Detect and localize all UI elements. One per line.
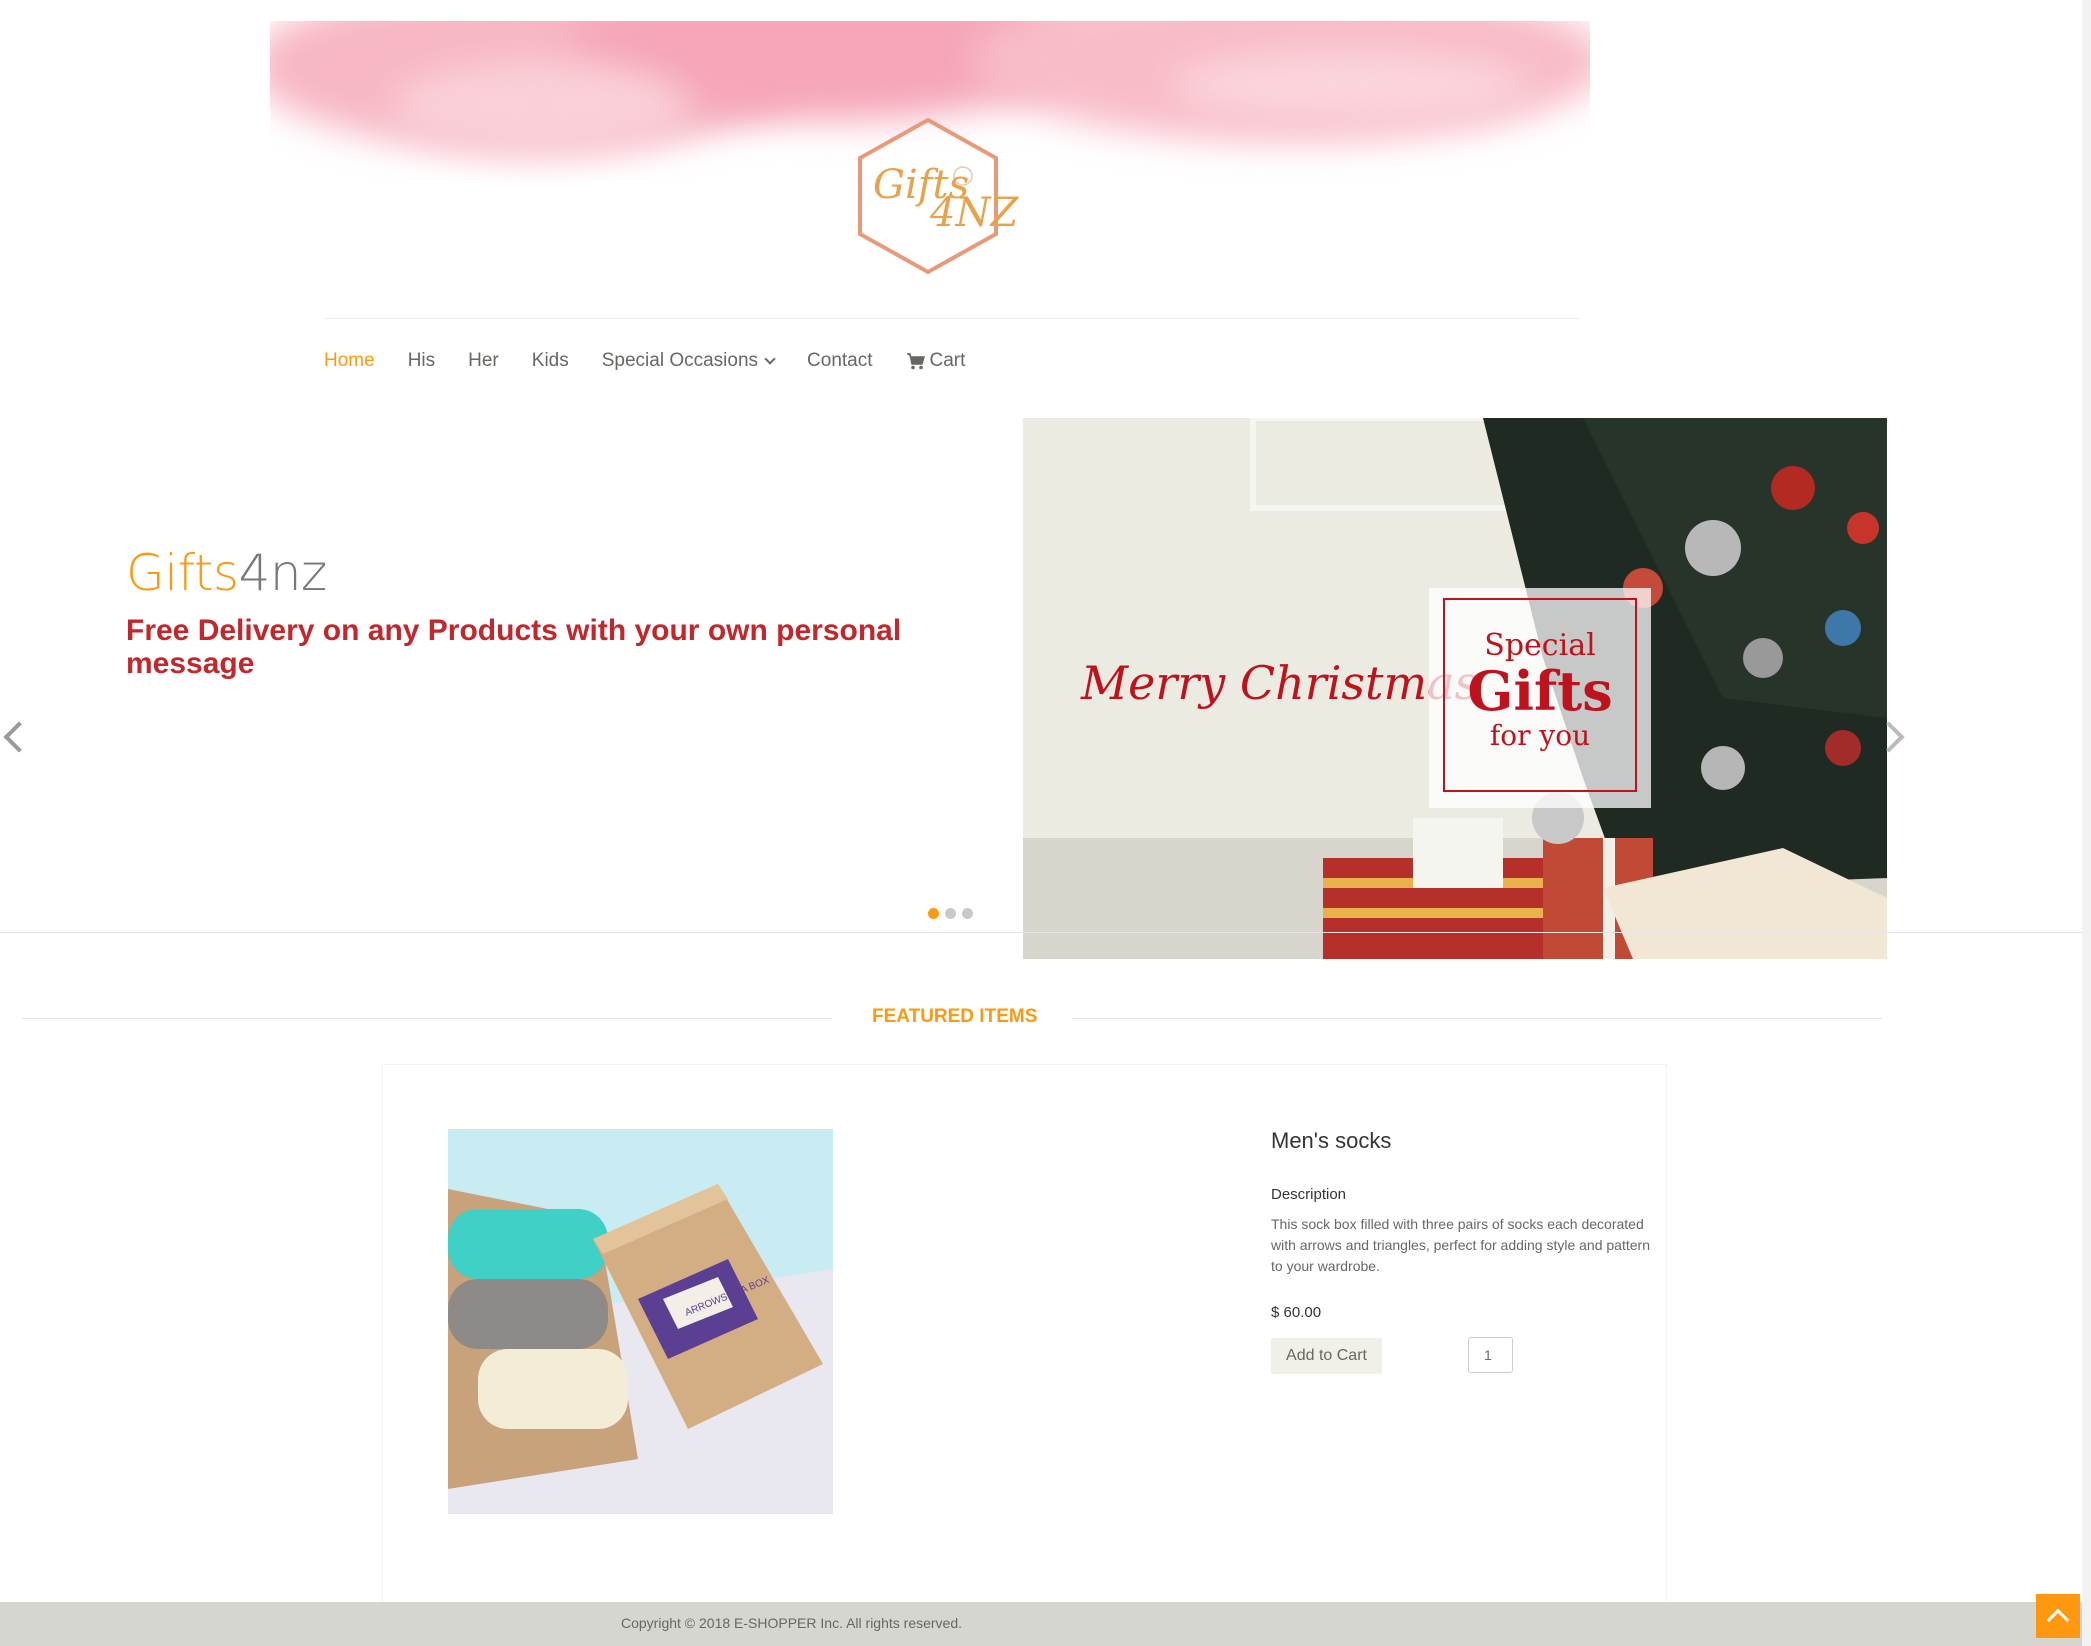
special-gifts-line1: Special: [1484, 628, 1596, 663]
nav-her[interactable]: Her: [468, 350, 499, 372]
slider-dot-1[interactable]: [928, 908, 939, 919]
special-gifts-line2: Gifts: [1467, 659, 1613, 723]
nav-his[interactable]: His: [408, 350, 435, 372]
arrow-up-icon: [2046, 1608, 2070, 1632]
product-name: Men's socks: [1271, 1128, 1392, 1153]
footer: [0, 1602, 2091, 1646]
slider-dot-2[interactable]: [945, 908, 956, 919]
nav-cart-label: Cart: [929, 350, 966, 371]
copyright-text: Copyright © 2018 E-SHOPPER Inc. All righ…: [621, 1615, 963, 1631]
product-image[interactable]: ARROWS IN A BOX: [448, 1129, 833, 1514]
slide-brand-part2: 4nz: [238, 544, 328, 602]
slider-dot-3[interactable]: [962, 908, 973, 919]
nav-contact-label: Contact: [807, 350, 873, 371]
special-gifts-box: Special Gifts for you: [1429, 588, 1651, 808]
nav-kids[interactable]: Kids: [532, 350, 569, 372]
add-to-cart-button[interactable]: Add to Cart: [1271, 1338, 1382, 1374]
logo-text-4nz: 4NZ: [930, 190, 1019, 236]
product-description-label: Description: [1271, 1186, 1347, 1203]
slide-brand: Gifts4nz: [126, 544, 327, 602]
slide-image: Merry Christmas Special Gifts for you: [1023, 418, 1887, 959]
main-nav: Home His Her Kids Special Occasions Cont…: [324, 350, 998, 372]
featured-line-left: [22, 1018, 832, 1019]
special-gifts-line3: for you: [1489, 719, 1591, 752]
quantity-input[interactable]: [1468, 1337, 1513, 1373]
chevron-down-icon: [764, 352, 776, 365]
nav-home-label: Home: [324, 350, 375, 371]
nav-special-occasions-label: Special Occasions: [601, 350, 759, 371]
nav-special-occasions[interactable]: Special Occasions: [601, 350, 776, 372]
header-divider: [324, 318, 1580, 319]
special-gifts-frame: Special Gifts for you: [1443, 598, 1637, 792]
nav-kids-label: Kids: [531, 350, 569, 371]
page-scrollbar[interactable]: [2082, 0, 2091, 1646]
nav-cart[interactable]: Cart: [906, 350, 966, 372]
slider-dots: [928, 908, 979, 919]
cart-icon: [906, 353, 925, 370]
slide-merry-christmas: Merry Christmas: [1081, 656, 1479, 710]
slide-brand-part1: Gifts: [126, 544, 239, 602]
featured-line-right: [1072, 1018, 1882, 1019]
slide-subtitle: Free Delivery on any Products with your …: [126, 614, 902, 680]
nav-his-label: His: [407, 350, 436, 371]
scroll-up-button[interactable]: [2036, 1594, 2080, 1638]
product-description: This sock box filled with three pairs of…: [1271, 1216, 1650, 1274]
featured-items-title: FEATURED ITEMS: [872, 1006, 1038, 1027]
nav-contact[interactable]: Contact: [807, 350, 872, 372]
slider-divider: [0, 932, 2091, 933]
product-price: $ 60.00: [1271, 1304, 1322, 1321]
nav-her-label: Her: [468, 350, 499, 371]
sock-box-image: ARROWS IN A BOX: [448, 1129, 833, 1514]
nav-home[interactable]: Home: [324, 350, 375, 372]
